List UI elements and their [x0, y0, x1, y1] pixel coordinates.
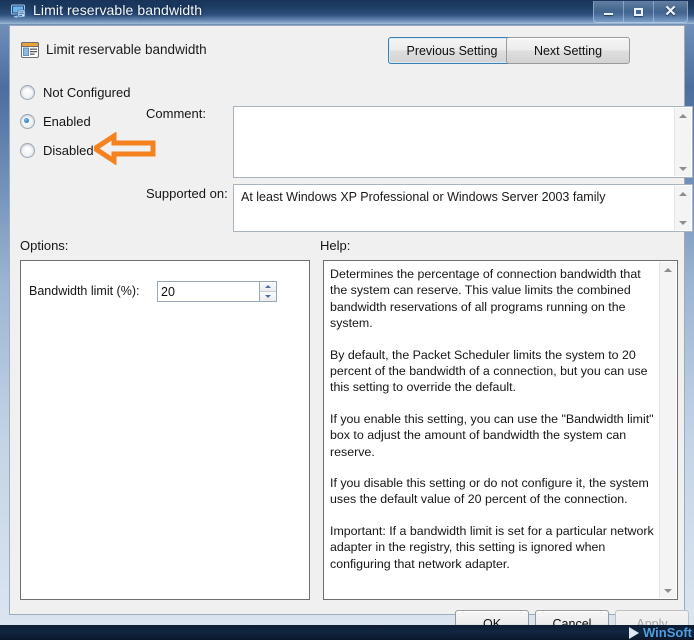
radio-disabled[interactable]: Disabled — [20, 136, 220, 165]
chevron-down-icon — [679, 166, 687, 171]
desktop-background-strip: WinSoft — [0, 625, 694, 640]
minimize-icon — [604, 13, 613, 15]
radio-mark-not-configured — [20, 85, 35, 100]
dialog-client-area: Limit reservable bandwidth Previous Sett… — [9, 25, 693, 638]
options-label: Options: — [20, 238, 69, 253]
chevron-down-icon — [664, 588, 672, 593]
radio-label-not-configured: Not Configured — [43, 85, 131, 100]
policy-monitor-icon — [11, 4, 26, 18]
maximize-icon — [634, 7, 643, 16]
setting-header: Limit reservable bandwidth Previous Sett… — [18, 34, 678, 68]
comment-scroll-up-button[interactable] — [675, 108, 691, 123]
watermark-text: WinSoft — [643, 625, 692, 640]
radio-not-configured[interactable]: Not Configured — [20, 78, 220, 107]
comment-label: Comment: — [146, 106, 206, 121]
supported-on-value: At least Windows XP Professional or Wind… — [241, 190, 606, 204]
next-setting-button[interactable]: Next Setting — [506, 37, 630, 64]
radio-label-disabled: Disabled — [43, 143, 94, 158]
supported-scroll-down-button[interactable] — [675, 215, 691, 230]
setting-title: Limit reservable bandwidth — [46, 42, 207, 57]
chevron-up-icon — [679, 191, 687, 196]
radio-mark-enabled — [20, 114, 35, 129]
supported-on-box: At least Windows XP Professional or Wind… — [233, 184, 693, 232]
state-radio-group: Not Configured Enabled Disabled — [20, 78, 220, 165]
help-scroll-down-button[interactable] — [660, 583, 676, 598]
comment-box[interactable] — [233, 106, 693, 178]
help-paragraph: If you enable this setting, you can use … — [330, 411, 654, 459]
bandwidth-limit-row: Bandwidth limit (%): — [29, 281, 299, 303]
options-panel: Bandwidth limit (%): — [20, 260, 310, 600]
help-label: Help: — [320, 238, 351, 253]
bandwidth-decrement-button[interactable] — [259, 292, 276, 301]
close-button[interactable]: ✕ — [654, 1, 687, 22]
bandwidth-limit-stepper[interactable] — [157, 281, 277, 302]
comment-scrollbar[interactable] — [674, 108, 691, 176]
chevron-up-icon — [679, 113, 687, 118]
chevron-up-icon — [664, 267, 672, 272]
help-scrollbar[interactable] — [659, 262, 676, 598]
maximize-button[interactable] — [624, 1, 654, 22]
policy-setting-icon — [21, 42, 39, 58]
radio-label-enabled: Enabled — [43, 114, 91, 129]
chevron-down-icon — [679, 220, 687, 225]
comment-scroll-down-button[interactable] — [675, 161, 691, 176]
help-text: Determines the percentage of connection … — [330, 266, 657, 595]
title-bar[interactable]: Limit reservable bandwidth ✕ — [0, 0, 694, 24]
help-panel: Determines the percentage of connection … — [323, 260, 678, 600]
watermark: WinSoft — [629, 626, 692, 640]
bandwidth-limit-label: Bandwidth limit (%): — [29, 284, 140, 298]
radio-mark-disabled — [20, 143, 35, 158]
supported-on-scrollbar[interactable] — [674, 186, 691, 230]
chevron-up-icon — [265, 285, 271, 288]
help-paragraph: If you disable this setting or do not co… — [330, 476, 649, 507]
help-paragraph: By default, the Packet Scheduler limits … — [330, 347, 648, 395]
window-title: Limit reservable bandwidth — [33, 2, 203, 18]
bandwidth-limit-input[interactable] — [161, 284, 249, 300]
help-scroll-up-button[interactable] — [660, 262, 676, 277]
bandwidth-increment-button[interactable] — [259, 282, 276, 292]
group-policy-setting-dialog: Limit reservable bandwidth ✕ Limit reser… — [0, 0, 694, 638]
supported-scroll-up-button[interactable] — [675, 186, 691, 201]
supported-on-label: Supported on: — [146, 186, 228, 201]
help-paragraph: Determines the percentage of connection … — [330, 267, 641, 331]
help-paragraph: Important: If a bandwidth limit is set f… — [330, 523, 654, 571]
chevron-down-icon — [265, 295, 271, 298]
minimize-button[interactable] — [594, 1, 624, 22]
bandwidth-spinner-buttons — [259, 282, 276, 301]
play-triangle-icon — [629, 627, 640, 639]
previous-setting-button[interactable]: Previous Setting — [388, 37, 516, 64]
window-controls: ✕ — [593, 1, 688, 23]
close-icon: ✕ — [664, 3, 677, 20]
